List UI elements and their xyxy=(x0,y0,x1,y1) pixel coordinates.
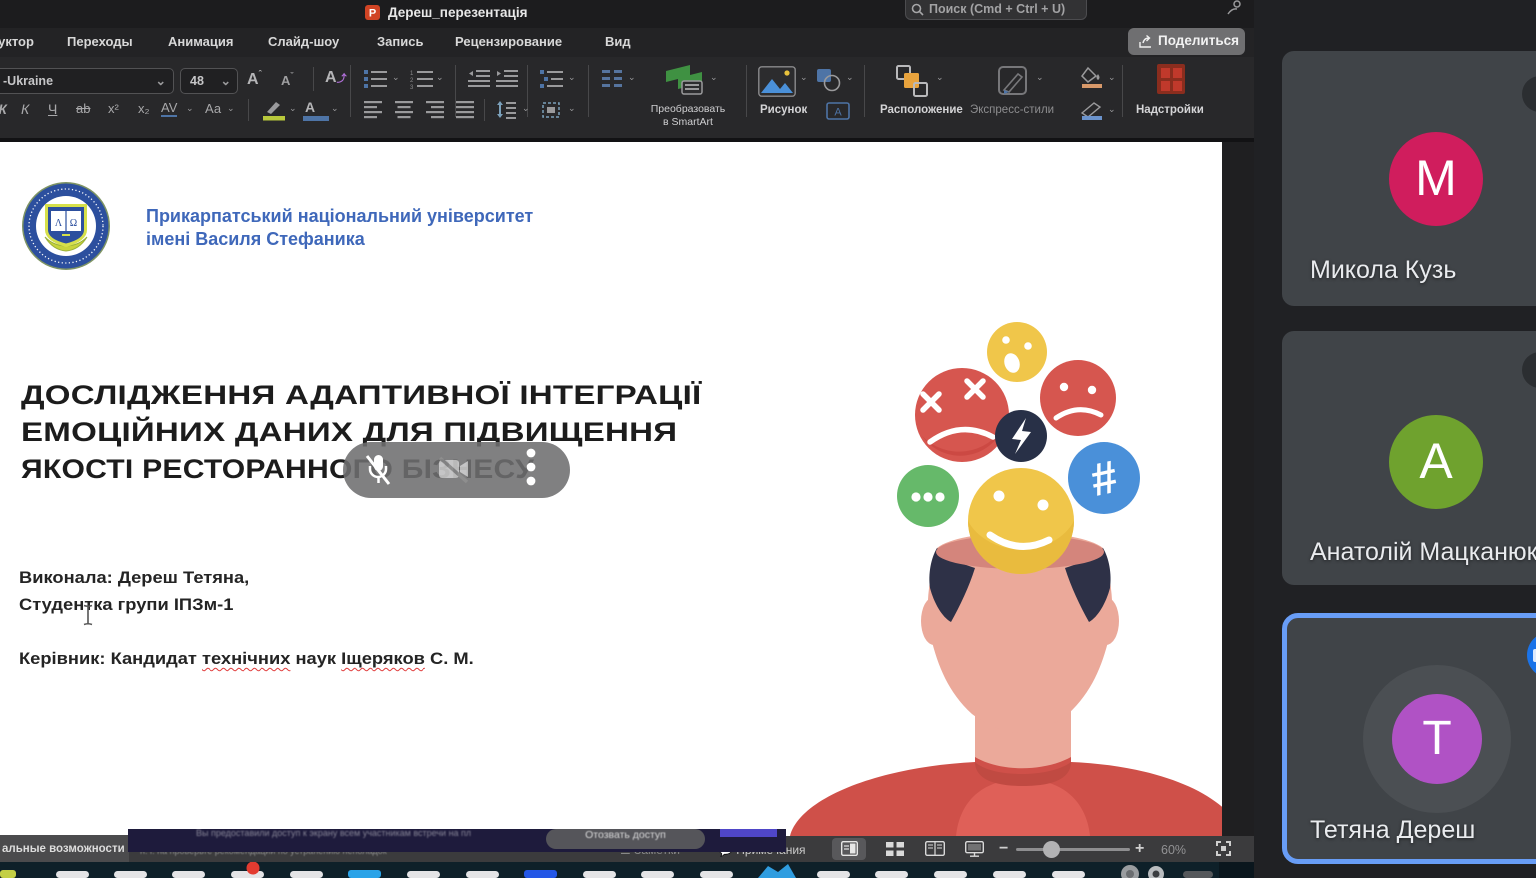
svg-text:3: 3 xyxy=(410,85,414,89)
svg-text:A: A xyxy=(834,107,842,119)
svg-text:1: 1 xyxy=(410,71,414,77)
svg-text:2: 2 xyxy=(410,78,414,84)
svg-text:Ω: Ω xyxy=(70,218,77,229)
svg-text:Λ: Λ xyxy=(55,218,63,229)
svg-text:P: P xyxy=(369,8,376,20)
